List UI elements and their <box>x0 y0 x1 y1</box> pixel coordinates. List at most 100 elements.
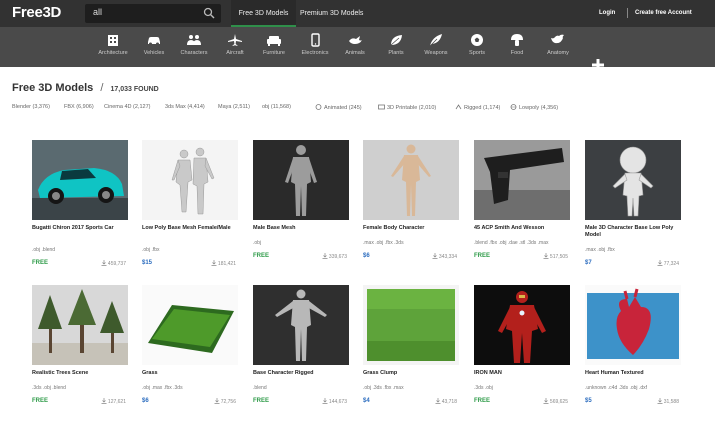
model-name[interactable]: Heart Human Textured <box>585 370 681 377</box>
model-name[interactable]: 45 ACP Smith And Wesson <box>474 225 570 232</box>
tab-premium-3d-models[interactable]: Premium 3D Models <box>300 0 375 27</box>
category-label: Architecture <box>98 50 128 56</box>
model-thumbnail[interactable] <box>474 140 570 220</box>
model-formats: .3ds .obj <box>474 385 493 391</box>
phone-icon <box>311 33 320 47</box>
model-card[interactable]: Base Character Rigged .blend FREE 144,67… <box>253 285 349 435</box>
filter-3ds-max[interactable]: 3ds Max (4,414) <box>165 104 205 110</box>
category-anatomy[interactable]: Anatomy <box>536 27 580 67</box>
model-name[interactable]: Bugatti Chiron 2017 Sports Car <box>32 225 128 232</box>
create-account-link[interactable]: Create free Account <box>635 10 692 16</box>
model-price: $4 <box>363 398 370 404</box>
category-animals[interactable]: Animals <box>333 27 377 67</box>
model-card[interactable]: Low Poly Base Mesh Female/Male .obj .fbx… <box>142 140 238 290</box>
category-characters[interactable]: Characters <box>172 27 216 67</box>
category-furniture[interactable]: Furniture <box>252 27 296 67</box>
model-card[interactable]: Bugatti Chiron 2017 Sports Car .obj .ble… <box>32 140 128 290</box>
download-icon <box>101 260 107 266</box>
model-formats: .obj <box>253 240 262 246</box>
category-architecture[interactable]: Architecture <box>91 27 135 67</box>
category-sports[interactable]: Sports <box>455 27 499 67</box>
model-card[interactable]: 45 ACP Smith And Wesson .blend .fbx .obj… <box>474 140 570 290</box>
filter-cinema-4d[interactable]: Cinema 4D (2,127) <box>104 104 150 110</box>
model-formats: .obj .blend <box>32 247 56 253</box>
airplane-icon <box>228 34 242 46</box>
category-electronics[interactable]: Electronics <box>293 27 337 67</box>
model-thumbnail[interactable] <box>585 140 681 220</box>
model-name[interactable]: Realistic Trees Scene <box>32 370 128 377</box>
model-formats: .obj .3ds .fbx .max <box>363 385 404 391</box>
search-icon[interactable] <box>203 7 215 19</box>
more-categories-plus-icon[interactable] <box>590 57 606 73</box>
rigged-icon <box>455 104 462 110</box>
model-price: $15 <box>142 260 153 266</box>
filter-fbx[interactable]: FBX (6,906) <box>64 104 94 110</box>
model-price: FREE <box>474 253 491 259</box>
model-thumbnail[interactable] <box>474 285 570 365</box>
model-name[interactable]: Female Body Character <box>363 225 459 232</box>
model-name[interactable]: Grass Clump <box>363 370 459 377</box>
download-icon <box>211 260 217 266</box>
model-name[interactable]: Male Base Mesh <box>253 225 349 232</box>
filter-rigged-group[interactable]: Rigged (1,174) <box>455 104 500 111</box>
model-thumbnail[interactable] <box>253 140 349 220</box>
results-count: 17,033 FOUND <box>110 86 159 93</box>
model-card[interactable]: Male 3D Character Base Low Poly Model .m… <box>585 140 681 290</box>
model-formats: .unknown .c4d .3ds .obj .dxf <box>585 385 647 391</box>
model-thumbnail[interactable] <box>585 285 681 365</box>
model-price: FREE <box>253 253 270 259</box>
model-thumbnail[interactable] <box>253 285 349 365</box>
model-price: $6 <box>142 398 149 404</box>
filter-obj[interactable]: obj (11,568) <box>262 104 291 110</box>
filter-lowpoly-group[interactable]: Lowpoly (4,356) <box>510 104 558 111</box>
download-icon <box>543 253 549 259</box>
model-card[interactable]: Grass .obj .max .fbx .3ds $6 72,756 <box>142 285 238 435</box>
model-name[interactable]: Base Character Rigged <box>253 370 349 377</box>
category-plants[interactable]: Plants <box>374 27 418 67</box>
category-label: Sports <box>469 50 485 56</box>
building-icon <box>108 35 118 46</box>
tab-free-3d-models[interactable]: Free 3D Models <box>231 0 296 27</box>
model-card[interactable]: Grass Clump .obj .3ds .fbx .max $4 43,71… <box>363 285 459 435</box>
model-card[interactable]: IRON MAN .3ds .obj FREE 569,625 <box>474 285 570 435</box>
model-price: FREE <box>32 398 49 404</box>
search-input[interactable]: all <box>93 7 102 17</box>
download-count: 181,421 <box>211 260 236 267</box>
model-thumbnail[interactable] <box>363 140 459 220</box>
category-aircraft[interactable]: Aircraft <box>213 27 257 67</box>
category-vehicles[interactable]: Vehicles <box>132 27 176 67</box>
category-food[interactable]: Food <box>495 27 539 67</box>
model-name[interactable]: Low Poly Base Mesh Female/Male <box>142 225 238 232</box>
model-card[interactable]: Female Body Character .max .obj .fbx .3d… <box>363 140 459 290</box>
model-name[interactable]: Male 3D Character Base Low Poly Model <box>585 225 681 239</box>
download-count: 339,673 <box>322 253 347 260</box>
login-link[interactable]: Login <box>599 10 615 16</box>
search-box[interactable]: all <box>85 4 221 23</box>
model-name[interactable]: Grass <box>142 370 238 377</box>
filter-animated: Animated (245) <box>324 105 362 111</box>
model-thumbnail[interactable] <box>142 140 238 220</box>
model-name[interactable]: IRON MAN <box>474 370 570 377</box>
model-thumbnail[interactable] <box>142 285 238 365</box>
filter-animated-group[interactable]: Animated (245) <box>315 104 362 111</box>
filter-3d-printable-group[interactable]: 3D Printable (2,010) <box>378 104 436 111</box>
printer-icon <box>378 104 385 110</box>
model-thumbnail[interactable] <box>363 285 459 365</box>
header-divider <box>627 8 628 18</box>
model-card[interactable]: Male Base Mesh .obj FREE 339,673 <box>253 140 349 290</box>
category-label: Aircraft <box>226 50 244 56</box>
model-thumbnail[interactable] <box>32 285 128 365</box>
model-formats: .3ds .obj .blend <box>32 385 66 391</box>
mushroom-icon <box>511 34 523 46</box>
model-thumbnail[interactable] <box>32 140 128 220</box>
car-icon <box>148 37 160 46</box>
category-weapons[interactable]: Weapons <box>414 27 458 67</box>
filter-maya[interactable]: Maya (2,511) <box>218 104 250 110</box>
model-card[interactable]: Realistic Trees Scene .3ds .obj .blend F… <box>32 285 128 435</box>
download-icon <box>543 398 549 404</box>
filter-blender[interactable]: Blender (3,376) <box>12 104 50 110</box>
model-card[interactable]: Heart Human Textured .unknown .c4d .3ds … <box>585 285 681 435</box>
model-price: $5 <box>585 398 592 404</box>
site-logo[interactable]: Free3D <box>12 4 61 21</box>
title-separator: / <box>100 82 104 94</box>
